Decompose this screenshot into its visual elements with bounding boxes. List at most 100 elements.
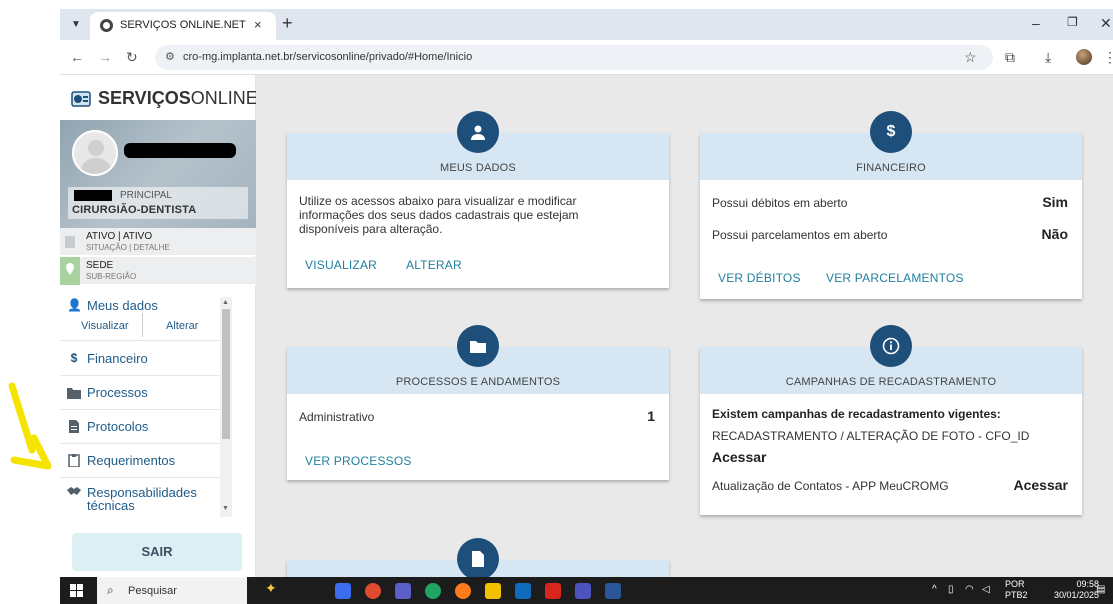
sidebar-item-label: Protocolos	[87, 419, 149, 434]
scroll-thumb[interactable]	[222, 309, 230, 439]
tab-menu-icon[interactable]: ▼	[66, 15, 86, 35]
card-description-line1: Utilize os acessos abaixo para visualiza…	[299, 194, 577, 208]
file-explorer-icon[interactable]	[485, 583, 501, 599]
sidebar-item-meus-dados[interactable]: 👤 Meus dados	[60, 291, 220, 341]
scroll-up-icon[interactable]: ▲	[222, 299, 229, 306]
acrobat-icon[interactable]	[545, 583, 561, 599]
address-bar[interactable]: ⚙ cro-mg.implanta.net.br/servicosonline/…	[155, 45, 993, 70]
role-category: CIRURGIÃO-DENTISTA	[72, 204, 197, 216]
administrativo-count: 1	[647, 408, 655, 424]
edge-icon[interactable]	[425, 583, 441, 599]
logout-button[interactable]: SAIR	[72, 533, 242, 571]
profile-panel: PRINCIPAL CIRURGIÃO-DENTISTA	[60, 120, 256, 228]
location-caption: SUB-REGIÃO	[86, 272, 137, 281]
teams-work-icon[interactable]	[575, 583, 591, 599]
outlook-icon[interactable]	[515, 583, 531, 599]
menu-icon[interactable]: ⋮	[1103, 49, 1113, 66]
back-icon[interactable]: ←	[70, 49, 84, 65]
sidebar-item-processos[interactable]: Processos	[60, 376, 220, 410]
chevron-up-icon[interactable]: ^	[932, 584, 937, 595]
sidebar-link-visualizar[interactable]: Visualizar	[81, 320, 129, 332]
language-indicator[interactable]: POR PTB2	[1005, 579, 1028, 601]
card-meus-dados: MEUS DADOS Utilize os acessos abaixo par…	[287, 111, 669, 288]
campanha-1-name: RECADASTRAMENTO / ALTERAÇÃO DE FOTO - CF…	[712, 429, 1030, 443]
alterar-link[interactable]: ALTERAR	[406, 258, 462, 272]
card-description-line3: disponíveis para alteração.	[299, 222, 443, 236]
notification-icon[interactable]: ▤	[1096, 584, 1105, 595]
sidebar-item-label: Meus dados	[87, 298, 158, 313]
visualizar-link[interactable]: VISUALIZAR	[305, 258, 377, 272]
site-info-icon[interactable]: ⚙	[165, 50, 175, 63]
status-caption: SITUAÇÃO | DETALHE	[86, 243, 170, 252]
card-title: CAMPANHAS DE RECADASTRAMENTO	[785, 376, 997, 388]
minimize-icon[interactable]: –	[1032, 15, 1040, 31]
battery-icon[interactable]: ▯	[948, 584, 954, 595]
location-row: SEDE SUB-REGIÃO	[60, 257, 256, 285]
debitos-value: Sim	[1042, 194, 1068, 210]
forward-icon[interactable]: →	[98, 49, 112, 65]
redacted-name	[124, 143, 236, 158]
word-icon[interactable]	[605, 583, 621, 599]
firefox-icon[interactable]	[455, 583, 471, 599]
sidebar-link-alterar[interactable]: Alterar	[166, 320, 198, 332]
download-icon[interactable]: ⤓	[1045, 49, 1051, 66]
scroll-down-icon[interactable]: ▼	[222, 505, 229, 512]
sidebar-item-financeiro[interactable]: $ Financeiro	[60, 342, 220, 376]
card-title: MEUS DADOS	[440, 162, 516, 174]
dollar-icon: $	[70, 351, 78, 365]
browser-toolbar: ← → ↻ ⚙ cro-mg.implanta.net.br/servicoso…	[60, 40, 1113, 75]
close-icon[interactable]: ✕	[1100, 15, 1112, 32]
sidebar-item-label: Processos	[87, 385, 148, 400]
chrome-icon[interactable]	[365, 583, 381, 599]
reload-icon[interactable]: ↻	[126, 49, 138, 66]
ver-processos-link[interactable]: VER PROCESSOS	[305, 454, 412, 468]
new-tab-button[interactable]: +	[282, 13, 293, 34]
sidebar-item-label-line2: técnicas	[87, 498, 135, 513]
card-title: FINANCEIRO	[856, 162, 926, 174]
profile-icon[interactable]	[1076, 49, 1092, 65]
map-pin-icon	[60, 257, 80, 285]
windows-start-icon[interactable]	[70, 584, 83, 597]
ver-parcelamentos-link[interactable]: VER PARCELAMENTOS	[826, 271, 964, 285]
annotation-arrow-icon	[8, 382, 52, 470]
administrativo-label: Administrativo	[299, 410, 375, 424]
sidebar-item-protocolos[interactable]: Protocolos	[60, 410, 220, 444]
sidebar-item-requerimentos[interactable]: Requerimentos	[60, 444, 220, 478]
dashboard: MEUS DADOS Utilize os acessos abaixo par…	[256, 75, 1113, 577]
sidebar-scrollbar[interactable]: ▲ ▼	[220, 297, 232, 517]
sparkle-icon[interactable]: ✦	[265, 580, 277, 597]
taskbar-clock[interactable]: 09:58 30/01/2025	[1054, 579, 1099, 601]
info-icon	[870, 325, 912, 367]
logo-mark-icon	[71, 91, 91, 107]
card-title: PROCESSOS E ANDAMENTOS	[395, 376, 561, 388]
card-header: PROCESSOS E ANDAMENTOS	[287, 325, 669, 394]
page: SERVIÇOSONLINE PRINCIPAL CIRURGIÃO-DENTI…	[60, 75, 1113, 577]
campanhas-heading: Existem campanhas de recadastramento vig…	[712, 407, 1001, 421]
restore-icon[interactable]: ❐	[1067, 15, 1078, 29]
role-box: PRINCIPAL CIRURGIÃO-DENTISTA	[68, 187, 248, 219]
card-header: MEUS DADOS	[287, 111, 669, 180]
extensions-icon[interactable]: ⧉	[1005, 49, 1015, 66]
copilot-icon[interactable]	[335, 583, 351, 599]
sidebar-item-responsabilidades[interactable]: Responsabilidades técnicas	[60, 478, 220, 518]
dollar-icon: $	[870, 111, 912, 153]
star-icon[interactable]: ☆	[964, 49, 977, 66]
tab-close-icon[interactable]: ×	[254, 17, 262, 32]
url-text[interactable]: cro-mg.implanta.net.br/servicosonline/pr…	[183, 51, 472, 63]
user-icon	[457, 111, 499, 153]
browser-tab[interactable]: SERVIÇOS ONLINE.NET ×	[90, 12, 276, 40]
user-icon: 👤	[67, 298, 82, 312]
ver-debitos-link[interactable]: VER DÉBITOS	[718, 271, 801, 285]
role-type: PRINCIPAL	[119, 190, 172, 201]
debitos-label: Possui débitos em aberto	[712, 196, 848, 210]
campanha-1-access-link[interactable]: Acessar	[712, 449, 767, 465]
wifi-icon[interactable]: ◠	[965, 584, 974, 595]
campanha-2-access-link[interactable]: Acessar	[1014, 477, 1069, 493]
campanha-2-name: Atualização de Contatos - APP MeuCROMG	[712, 479, 949, 493]
windows-taskbar: ⌕ Pesquisar ✦ ^ ▯ ◠ ◁ POR PTB2 09:58 30/0…	[60, 577, 1113, 604]
taskbar-search[interactable]: ⌕ Pesquisar	[97, 577, 247, 604]
sidebar-item-label: Requerimentos	[87, 453, 176, 468]
volume-icon[interactable]: ◁	[982, 584, 990, 595]
teams-icon[interactable]	[395, 583, 411, 599]
card-header	[287, 538, 669, 577]
